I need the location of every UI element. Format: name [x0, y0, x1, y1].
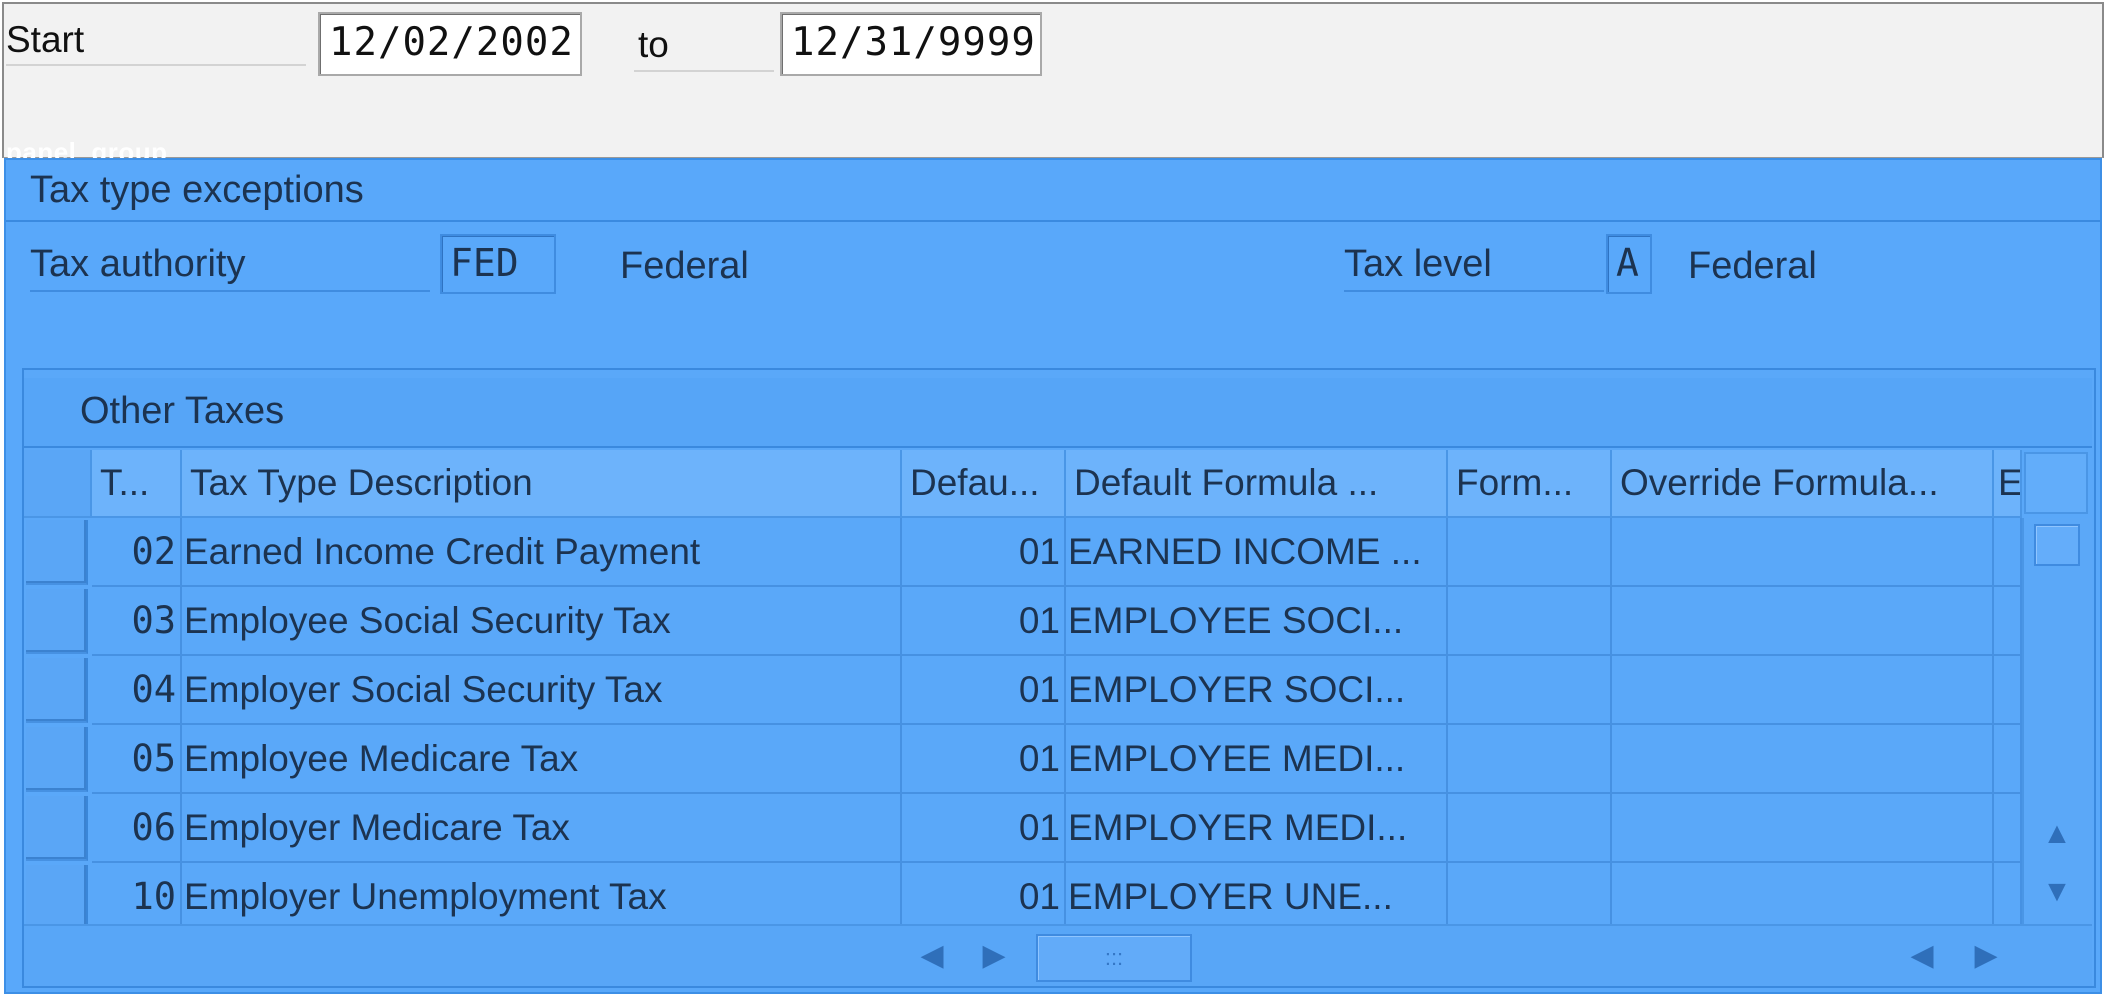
- cell-e[interactable]: [1994, 794, 2022, 863]
- cell-override-formula[interactable]: [1612, 725, 1994, 794]
- tax-level-name: Federal: [1688, 245, 1817, 287]
- start-date-field[interactable]: 12/02/2002: [318, 12, 582, 76]
- cell-default-formula[interactable]: EMPLOYER UNE...: [1066, 863, 1448, 932]
- column-header-default[interactable]: Defau...: [902, 450, 1066, 518]
- cell-override-formula[interactable]: [1612, 794, 1994, 863]
- cell-description[interactable]: Employer Medicare Tax: [182, 794, 902, 863]
- cell-formula[interactable]: [1448, 518, 1612, 587]
- row-selector[interactable]: [26, 727, 88, 792]
- cell-default[interactable]: 01: [902, 725, 1066, 794]
- cell-default-formula[interactable]: EMPLOYER MEDI...: [1066, 794, 1448, 863]
- cell-tax-type[interactable]: 10: [92, 863, 182, 932]
- column-header-override-formula[interactable]: Override Formula...: [1612, 450, 1994, 518]
- tax-level-code-field[interactable]: A: [1606, 234, 1652, 294]
- cell-e[interactable]: [1994, 587, 2022, 656]
- cell-tax-type[interactable]: 02: [92, 518, 182, 587]
- cell-e[interactable]: [1994, 725, 2022, 794]
- cell-override-formula[interactable]: [1612, 863, 1994, 932]
- cell-tax-type[interactable]: 04: [92, 656, 182, 725]
- row-selector[interactable]: [26, 589, 88, 654]
- cell-description[interactable]: Earned Income Credit Payment: [182, 518, 902, 587]
- cell-override-formula[interactable]: [1612, 656, 1994, 725]
- cell-default[interactable]: 01: [902, 587, 1066, 656]
- horizontal-scroll-thumb[interactable]: :::: [1036, 934, 1192, 982]
- scroll-left-icon-right-pane[interactable]: ◀: [1900, 936, 1944, 976]
- cell-description[interactable]: Employee Medicare Tax: [182, 725, 902, 794]
- row-selector[interactable]: [26, 658, 88, 723]
- cell-description[interactable]: Employer Unemployment Tax: [182, 863, 902, 932]
- scroll-up-icon[interactable]: ▲: [2030, 814, 2084, 854]
- cell-default[interactable]: 01: [902, 794, 1066, 863]
- cell-formula[interactable]: [1448, 587, 1612, 656]
- column-header-e[interactable]: E: [1994, 450, 2022, 518]
- column-header-formula[interactable]: Form...: [1448, 450, 1612, 518]
- column-header-tax-type[interactable]: T...: [92, 450, 182, 518]
- cell-tax-type[interactable]: 06: [92, 794, 182, 863]
- cell-formula[interactable]: [1448, 725, 1612, 794]
- scroll-down-icon[interactable]: ▼: [2030, 872, 2084, 912]
- cell-default[interactable]: 01: [902, 518, 1066, 587]
- cell-default[interactable]: 01: [902, 656, 1066, 725]
- row-header-corner: [24, 450, 92, 518]
- tax-authority-label: Tax authority: [30, 236, 430, 292]
- cell-e[interactable]: [1994, 518, 2022, 587]
- row-selector[interactable]: [26, 865, 88, 930]
- cell-tax-type[interactable]: 05: [92, 725, 182, 794]
- table-group-header: [24, 378, 2092, 448]
- column-chooser-button[interactable]: [2024, 452, 2088, 514]
- cell-default-formula[interactable]: EMPLOYEE MEDI...: [1066, 725, 1448, 794]
- end-date-field[interactable]: 12/31/9999: [780, 12, 1042, 76]
- scroll-left-icon[interactable]: ◀: [910, 936, 954, 976]
- column-header-description[interactable]: Tax Type Description: [182, 450, 902, 518]
- cell-default-formula[interactable]: EMPLOYEE SOCI...: [1066, 587, 1448, 656]
- cell-override-formula[interactable]: [1612, 587, 1994, 656]
- vertical-scrollbar[interactable]: [2022, 518, 2092, 924]
- tax-authority-code-field[interactable]: FED: [440, 234, 556, 294]
- column-header-default-formula[interactable]: Default Formula ...: [1066, 450, 1448, 518]
- row-selector[interactable]: [26, 796, 88, 861]
- row-selector[interactable]: [26, 520, 88, 585]
- cell-override-formula[interactable]: [1612, 518, 1994, 587]
- cell-default[interactable]: 01: [902, 863, 1066, 932]
- start-label: Start: [6, 14, 306, 66]
- cell-formula[interactable]: [1448, 794, 1612, 863]
- to-label: to: [634, 18, 774, 72]
- cell-description[interactable]: Employer Social Security Tax: [182, 656, 902, 725]
- cell-formula[interactable]: [1448, 656, 1612, 725]
- cell-default-formula[interactable]: EARNED INCOME ...: [1066, 518, 1448, 587]
- scroll-thumb[interactable]: [2034, 524, 2080, 566]
- scroll-right-icon[interactable]: ▶: [972, 936, 1016, 976]
- tax-level-label: Tax level: [1344, 236, 1604, 292]
- table-group-title: Other Taxes: [80, 390, 285, 432]
- cell-default-formula[interactable]: EMPLOYER SOCI...: [1066, 656, 1448, 725]
- cell-description[interactable]: Employee Social Security Tax: [182, 587, 902, 656]
- tax-authority-name: Federal: [620, 245, 749, 287]
- cell-formula[interactable]: [1448, 863, 1612, 932]
- cell-e[interactable]: [1994, 656, 2022, 725]
- panel-title: Tax type exceptions: [30, 169, 364, 211]
- scroll-right-icon-right-pane[interactable]: ▶: [1964, 936, 2008, 976]
- cell-e[interactable]: [1994, 863, 2022, 932]
- cell-tax-type[interactable]: 03: [92, 587, 182, 656]
